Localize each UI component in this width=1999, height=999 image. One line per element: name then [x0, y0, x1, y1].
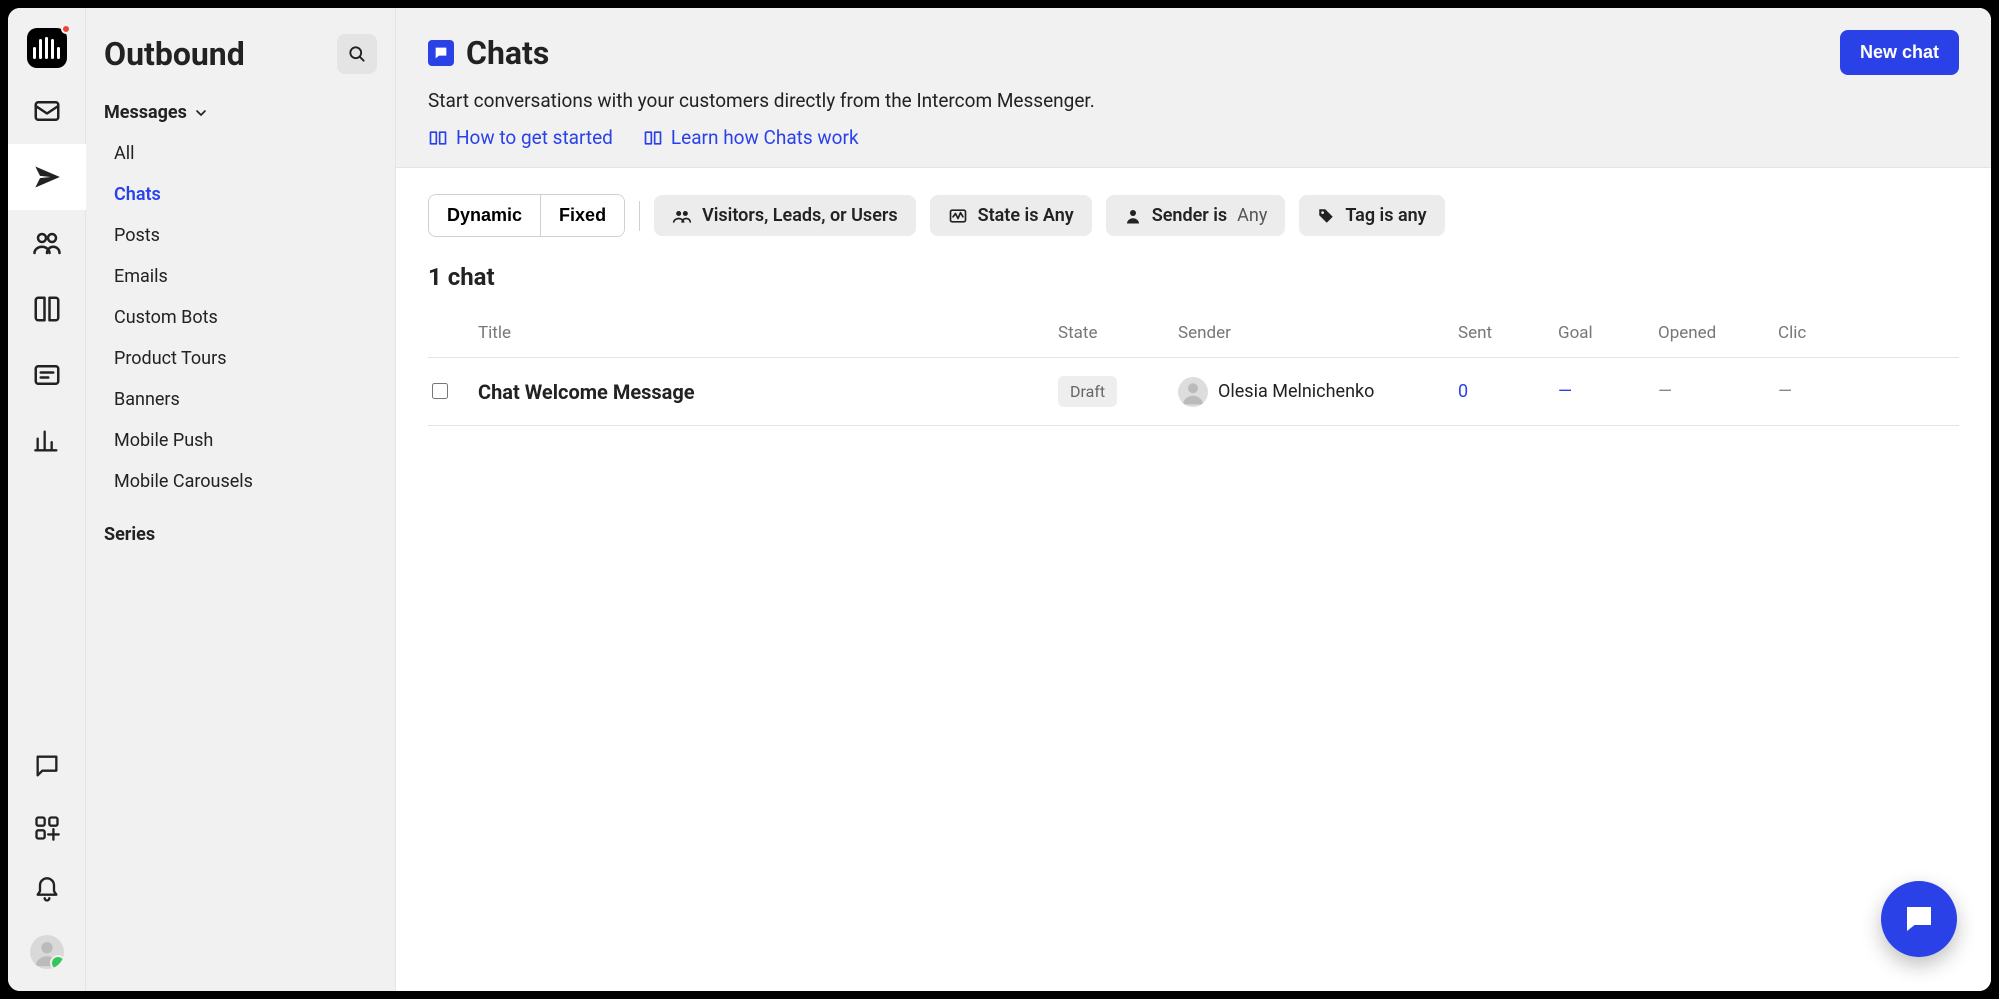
nav-profile[interactable]: [8, 921, 86, 983]
col-goal[interactable]: Goal: [1558, 323, 1658, 343]
search-button[interactable]: [337, 34, 377, 74]
apps-icon: [33, 814, 61, 842]
sidebar-series[interactable]: Series: [86, 502, 395, 555]
sidebar-item-banners[interactable]: Banners: [96, 379, 395, 420]
book-icon: [32, 294, 62, 324]
sidebar-items: All Chats Posts Emails Custom Bots Produ…: [86, 133, 395, 502]
page-header: Chats New chat Start conversations with …: [396, 8, 1991, 168]
inbox-icon: [32, 96, 62, 126]
person-icon: [1124, 207, 1142, 225]
help-link-get-started[interactable]: How to get started: [428, 126, 613, 149]
tag-icon: [1317, 207, 1335, 225]
messages-group-label: Messages: [104, 102, 187, 123]
chats-table: Title State Sender Sent Goal Opened Clic…: [428, 309, 1959, 426]
nav-articles[interactable]: [8, 276, 86, 342]
col-title[interactable]: Title: [478, 323, 1058, 343]
filter-label: Sender is: [1152, 205, 1227, 226]
book-open-icon: [428, 128, 448, 148]
row-title: Chat Welcome Message: [478, 380, 1058, 404]
filter-bar: Dynamic Fixed Visitors, Leads, or Users …: [428, 194, 1959, 237]
sent-count[interactable]: 0: [1458, 381, 1558, 402]
filter-tag[interactable]: Tag is any: [1299, 195, 1444, 236]
people-icon: [672, 206, 692, 226]
chat-icon: [428, 40, 454, 66]
logo-button[interactable]: [8, 18, 86, 78]
page-title: Chats: [466, 34, 549, 72]
nav-reports[interactable]: [8, 408, 86, 474]
app-rail: [8, 8, 86, 991]
message-icon: [33, 752, 61, 780]
segment-control: Dynamic Fixed: [428, 194, 625, 237]
col-opened[interactable]: Opened: [1658, 323, 1778, 343]
messenger-launcher[interactable]: [1881, 881, 1957, 957]
help-link-label: How to get started: [456, 126, 613, 149]
avatar-icon: [30, 935, 64, 969]
sidebar-item-custombots[interactable]: Custom Bots: [96, 297, 395, 338]
book-open-icon: [643, 128, 663, 148]
nav-inbox[interactable]: [8, 78, 86, 144]
filter-value: Any: [1237, 205, 1267, 226]
nav-apps[interactable]: [8, 797, 86, 859]
result-count: 1 chat: [428, 263, 1959, 291]
col-sender[interactable]: Sender: [1178, 323, 1458, 343]
people-icon: [32, 228, 62, 258]
bell-icon: [33, 876, 61, 904]
segment-dynamic[interactable]: Dynamic: [429, 195, 540, 236]
sidebar-item-posts[interactable]: Posts: [96, 215, 395, 256]
bar-chart-icon: [33, 427, 61, 455]
col-clicked[interactable]: Clic: [1778, 323, 1878, 343]
nav-messenger[interactable]: [8, 735, 86, 797]
table-header: Title State Sender Sent Goal Opened Clic: [428, 309, 1959, 358]
workspace-title: Outbound: [104, 35, 245, 73]
messages-group-toggle[interactable]: Messages: [86, 98, 395, 133]
sidebar-item-all[interactable]: All: [96, 133, 395, 174]
clicked-value: —: [1778, 381, 1878, 402]
main-area: Chats New chat Start conversations with …: [396, 8, 1991, 991]
nav-contacts[interactable]: [8, 210, 86, 276]
messenger-icon: [1901, 901, 1937, 937]
sidebar-item-tours[interactable]: Product Tours: [96, 338, 395, 379]
filter-sender[interactable]: Sender is Any: [1106, 195, 1286, 236]
col-state[interactable]: State: [1058, 323, 1178, 343]
row-checkbox[interactable]: [432, 383, 448, 399]
send-icon: [33, 163, 61, 191]
nav-notifications[interactable]: [8, 859, 86, 921]
help-link-learn-chats[interactable]: Learn how Chats work: [643, 126, 859, 149]
news-icon: [32, 360, 62, 390]
new-chat-button[interactable]: New chat: [1840, 30, 1959, 75]
sender-name: Olesia Melnichenko: [1218, 381, 1374, 402]
opened-value: —: [1658, 381, 1778, 402]
intercom-logo-icon: [27, 28, 67, 68]
goal-value: —: [1558, 381, 1658, 402]
chevron-down-icon: [193, 105, 209, 121]
filter-label: State is Any: [978, 205, 1074, 226]
help-link-label: Learn how Chats work: [671, 126, 859, 149]
pulse-icon: [948, 206, 968, 226]
nav-operator[interactable]: [8, 342, 86, 408]
table-row[interactable]: Chat Welcome Message Draft Olesia Melnic…: [428, 358, 1959, 426]
sidebar-item-emails[interactable]: Emails: [96, 256, 395, 297]
filter-label: Tag is any: [1345, 205, 1426, 226]
filter-label: Visitors, Leads, or Users: [702, 205, 898, 226]
filter-state[interactable]: State is Any: [930, 195, 1092, 236]
sender-avatar-icon: [1178, 377, 1208, 407]
filter-audience[interactable]: Visitors, Leads, or Users: [654, 195, 916, 236]
sidebar-item-carousels[interactable]: Mobile Carousels: [96, 461, 395, 502]
segment-fixed[interactable]: Fixed: [540, 195, 624, 236]
divider: [639, 201, 640, 231]
nav-outbound[interactable]: [8, 144, 86, 210]
secondary-sidebar: Outbound Messages All Chats Posts Emails…: [86, 8, 396, 991]
page-subtitle: Start conversations with your customers …: [428, 89, 1959, 112]
sidebar-item-chats[interactable]: Chats: [96, 174, 395, 215]
sidebar-item-push[interactable]: Mobile Push: [96, 420, 395, 461]
state-badge: Draft: [1058, 376, 1117, 407]
content: Dynamic Fixed Visitors, Leads, or Users …: [396, 168, 1991, 991]
col-sent[interactable]: Sent: [1458, 323, 1558, 343]
search-icon: [347, 44, 367, 64]
